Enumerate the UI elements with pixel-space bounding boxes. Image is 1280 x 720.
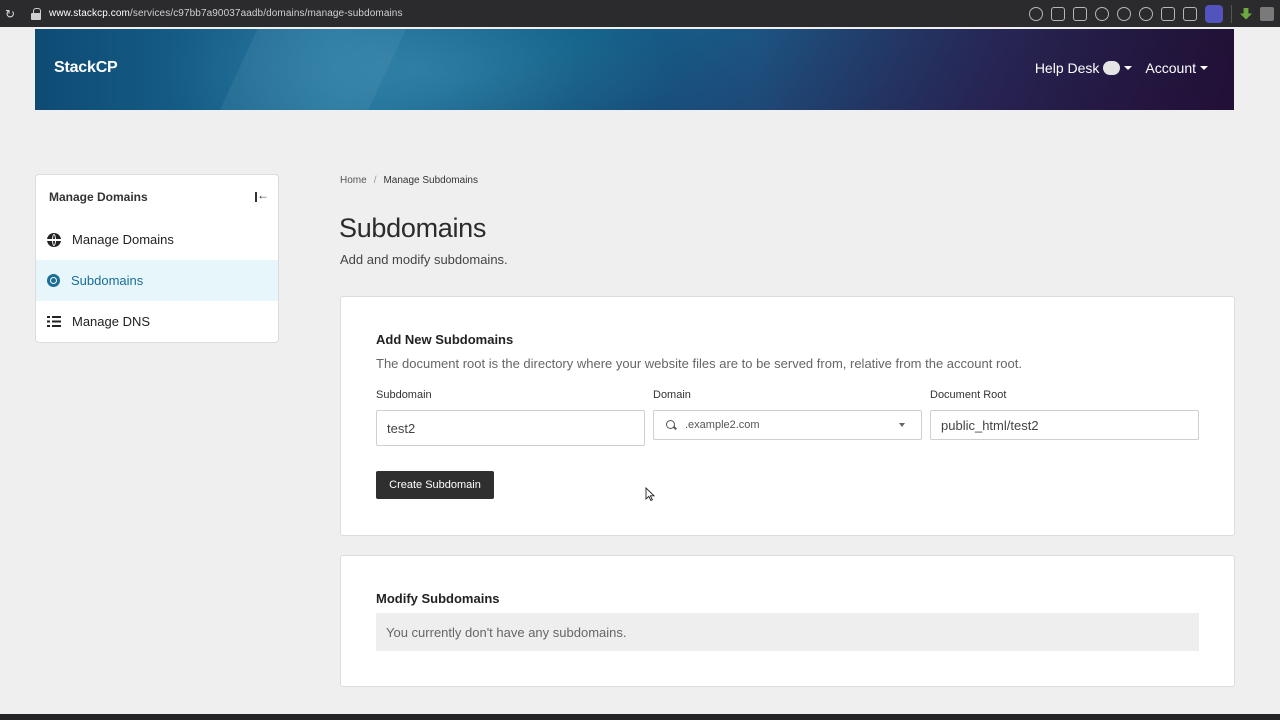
modify-card-title: Modify Subdomains bbox=[376, 591, 500, 606]
breadcrumb-separator: / bbox=[373, 175, 377, 186]
mouse-cursor-icon bbox=[645, 487, 655, 501]
chevron-down-icon bbox=[899, 423, 905, 427]
share-icon[interactable] bbox=[1051, 6, 1065, 21]
account-label: Account bbox=[1145, 60, 1196, 76]
add-card-title: Add New Subdomains bbox=[376, 332, 514, 347]
breadcrumb: Home / Manage Subdomains bbox=[340, 175, 478, 186]
browser-toolbar: ↻ www.stackcp.com/services/c97bb7a90037a… bbox=[0, 0, 1280, 27]
lock-icon[interactable] bbox=[31, 7, 41, 20]
sidebar-item-manage-dns[interactable]: Manage DNS bbox=[36, 301, 278, 342]
extension-download-icon[interactable] bbox=[1240, 7, 1252, 20]
zoom-icon[interactable] bbox=[1029, 6, 1043, 21]
extension-icon[interactable] bbox=[1260, 6, 1274, 21]
logo[interactable]: StackCP bbox=[54, 59, 118, 77]
chevron-down-icon bbox=[1200, 66, 1208, 70]
camera-icon[interactable] bbox=[1073, 6, 1087, 21]
shield-icon[interactable] bbox=[1095, 6, 1109, 21]
domain-select[interactable]: .example2.com bbox=[653, 410, 922, 440]
search-icon bbox=[666, 419, 677, 431]
account-menu[interactable]: Account bbox=[1145, 60, 1208, 76]
sidebar-item-label: Manage DNS bbox=[72, 314, 151, 329]
help-desk-label: Help Desk bbox=[1034, 60, 1100, 76]
header-nav: Help Desk Account bbox=[1035, 60, 1208, 76]
help-desk-menu[interactable]: Help Desk bbox=[1035, 60, 1133, 76]
radio-icon bbox=[47, 274, 60, 287]
modify-subdomains-card: Modify Subdomains You currently don't ha… bbox=[340, 555, 1235, 687]
sidebar: Manage Domains Manage Domains Subdomains… bbox=[35, 174, 279, 343]
profile-icon[interactable] bbox=[1205, 4, 1223, 23]
collapse-sidebar-icon[interactable] bbox=[254, 188, 269, 203]
add-subdomain-card: Add New Subdomains The document root is … bbox=[340, 296, 1235, 536]
sidebar-title: Manage Domains bbox=[49, 190, 148, 204]
subdomain-label: Subdomain bbox=[376, 389, 432, 401]
sidebar-item-manage-domains[interactable]: Manage Domains bbox=[36, 219, 278, 260]
domain-label: Domain bbox=[653, 389, 691, 401]
globe-icon bbox=[47, 232, 61, 247]
domain-select-value: .example2.com bbox=[685, 419, 760, 431]
help-desk-badge bbox=[1103, 61, 1121, 75]
subdomain-input[interactable]: test2 bbox=[376, 410, 645, 446]
page-subtitle: Add and modify subdomains. bbox=[340, 252, 508, 267]
page-title: Subdomains bbox=[339, 213, 487, 243]
empty-state-message: You currently don't have any subdomains. bbox=[376, 613, 1199, 651]
sidebar-item-label: Manage Domains bbox=[72, 232, 174, 247]
sidebar-item-subdomains[interactable]: Subdomains bbox=[36, 260, 278, 301]
header-decoration bbox=[155, 29, 675, 110]
taskbar-edge bbox=[0, 714, 1280, 720]
breadcrumb-home[interactable]: Home bbox=[340, 175, 367, 186]
url-host: www.stackcp.com bbox=[49, 8, 130, 19]
list-icon bbox=[47, 315, 61, 329]
reload-icon[interactable]: ↻ bbox=[3, 7, 17, 21]
site-header: StackCP Help Desk Account bbox=[35, 29, 1234, 110]
create-subdomain-button[interactable]: Create Subdomain bbox=[376, 471, 494, 499]
breadcrumb-current: Manage Subdomains bbox=[383, 175, 478, 186]
url-path: /services/c97bb7a90037aadb/domains/manag… bbox=[129, 8, 403, 19]
chevron-down-icon bbox=[1124, 66, 1133, 70]
menu-icon[interactable] bbox=[1183, 6, 1197, 21]
sidebar-item-label: Subdomains bbox=[71, 273, 144, 288]
document-root-label: Document Root bbox=[930, 389, 1007, 401]
add-card-description: The document root is the directory where… bbox=[376, 356, 1022, 371]
address-bar[interactable]: www.stackcp.com/services/c97bb7a90037aad… bbox=[49, 8, 403, 19]
download-icon[interactable] bbox=[1161, 6, 1175, 21]
toolbar-divider bbox=[1231, 4, 1232, 23]
sidebar-header: Manage Domains bbox=[36, 175, 278, 219]
heart-icon[interactable] bbox=[1139, 6, 1153, 21]
play-icon[interactable] bbox=[1117, 6, 1131, 21]
browser-actions bbox=[1029, 0, 1274, 27]
document-root-input[interactable]: public_html/test2 bbox=[930, 410, 1199, 440]
